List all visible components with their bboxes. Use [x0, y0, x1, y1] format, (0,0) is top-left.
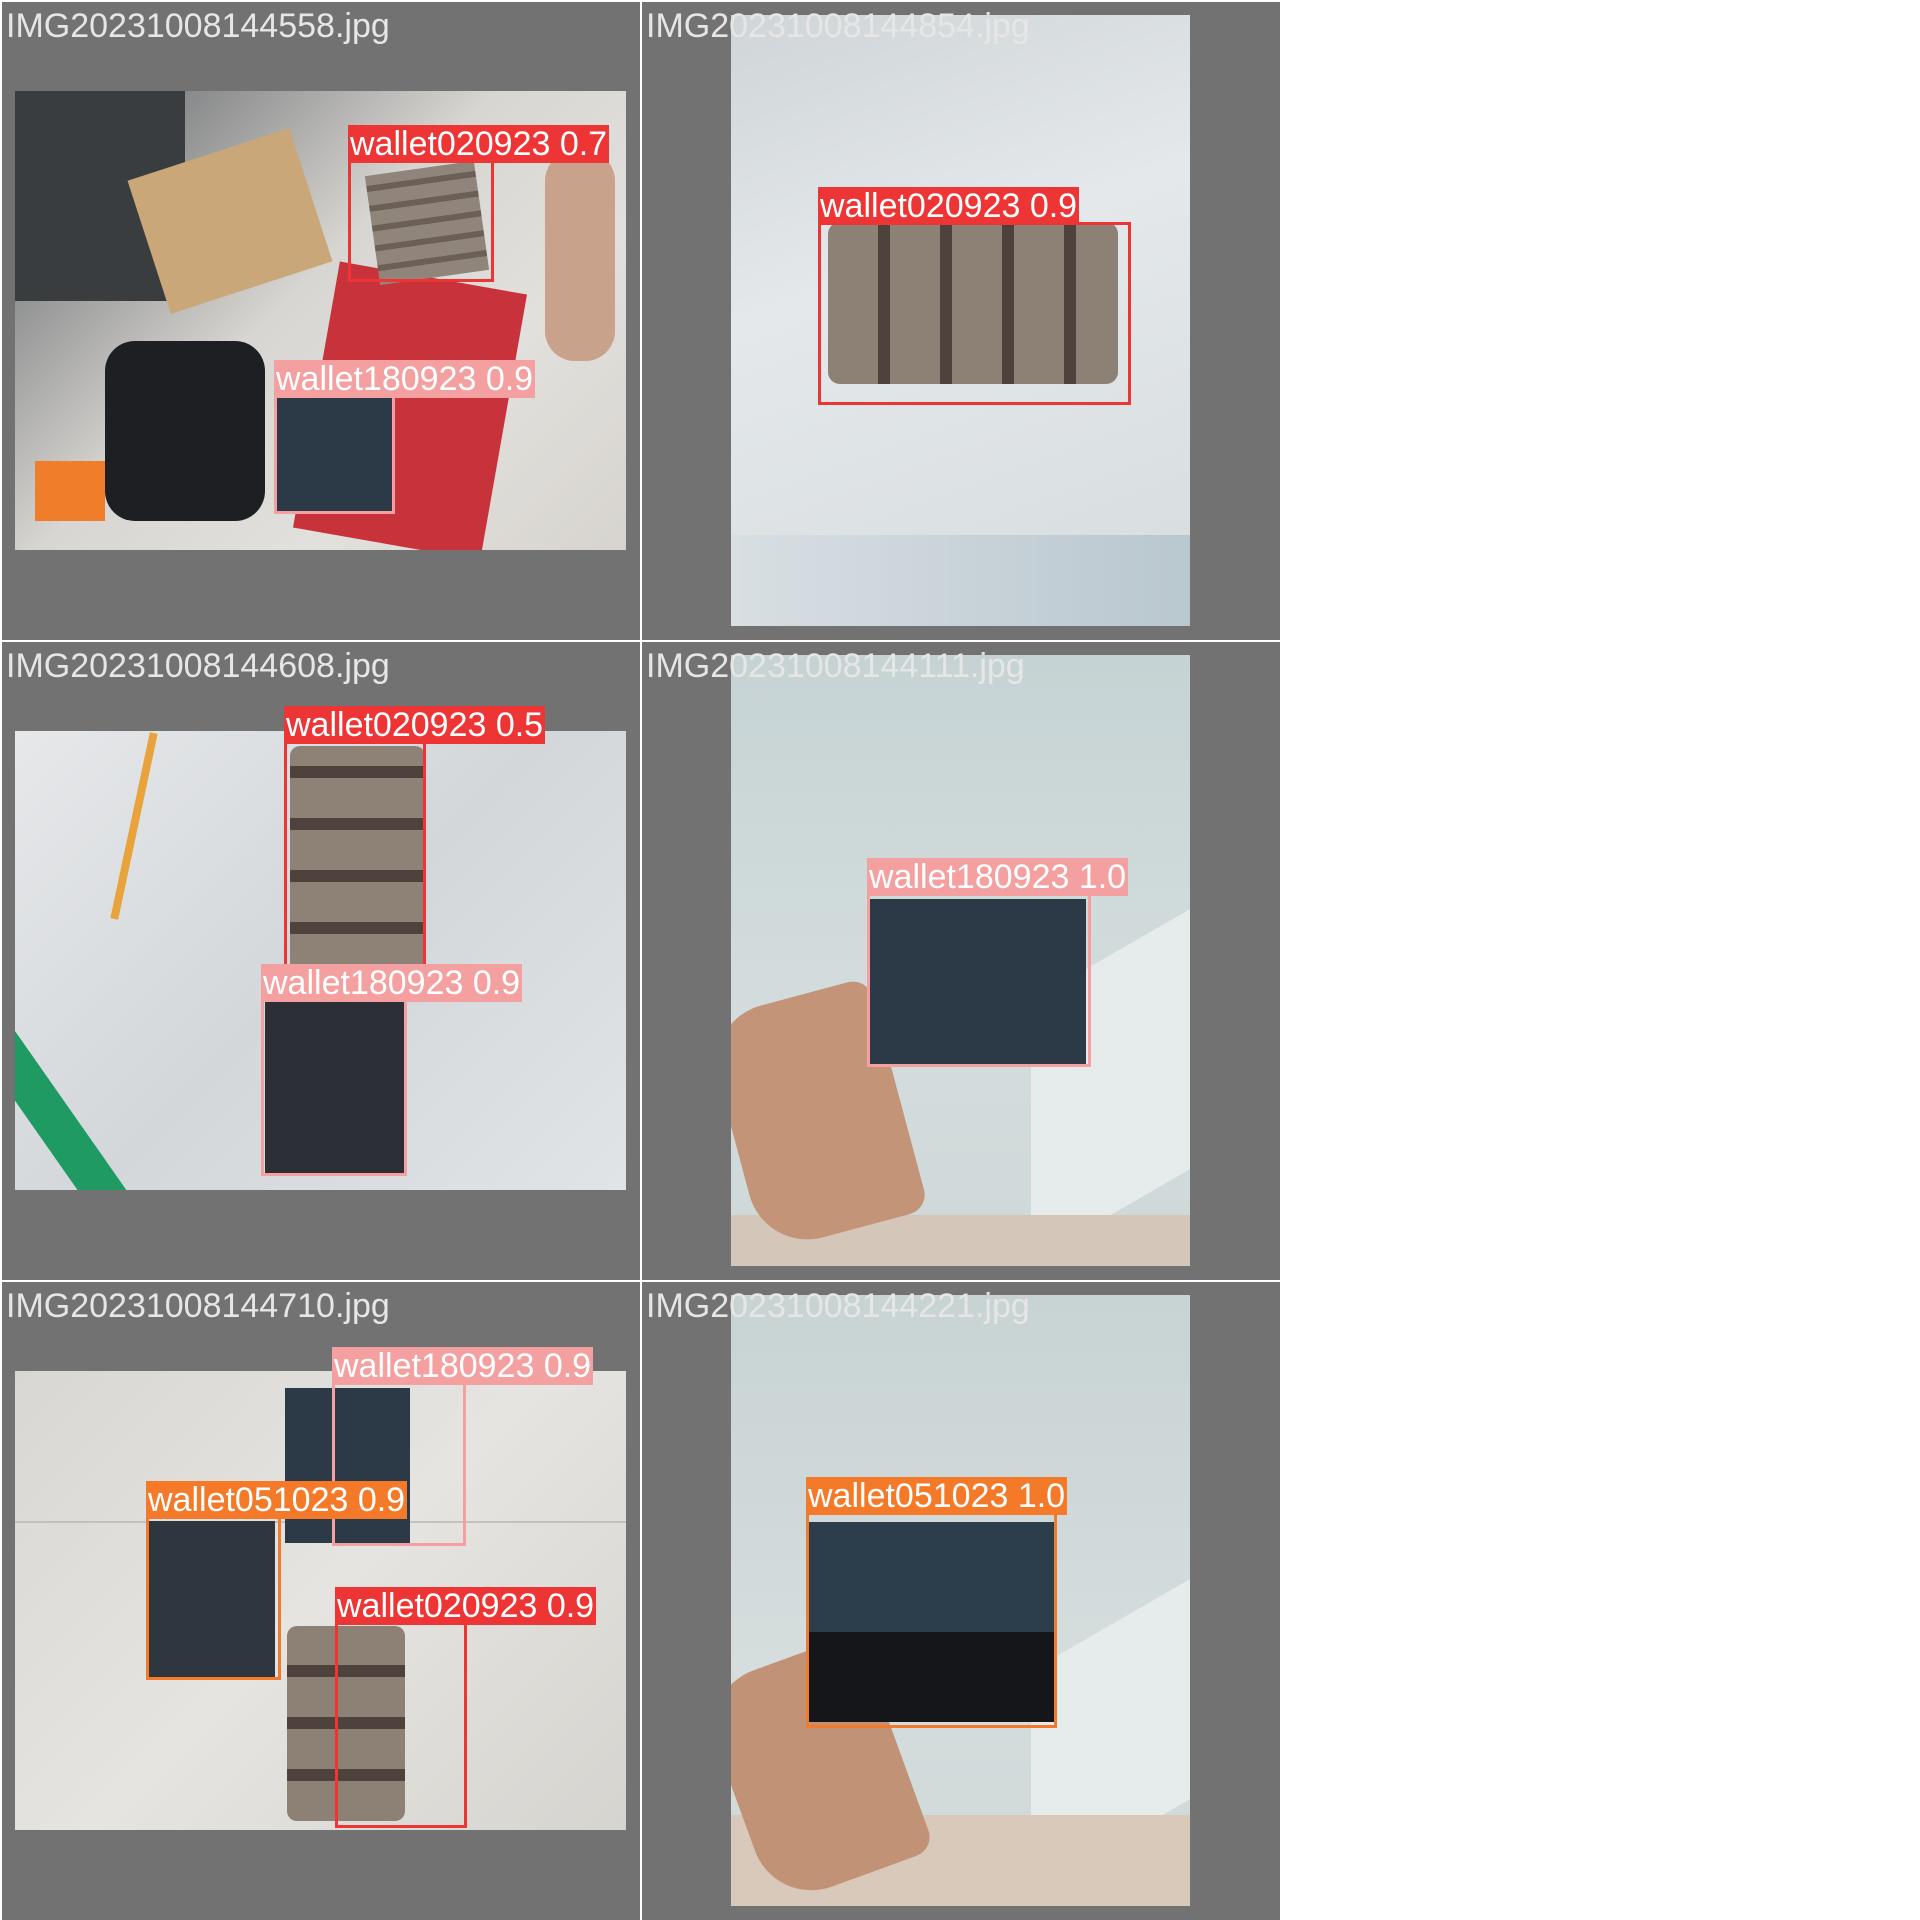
detection-box-wallet180923: wallet180923 1.0	[867, 858, 1129, 1067]
detection-box-wallet180923: wallet180923 0.9	[261, 964, 523, 1176]
orange-paper-shape	[35, 461, 105, 521]
pencil-shape	[110, 732, 158, 920]
detection-box-wallet180923: wallet180923 0.9	[332, 1347, 594, 1546]
image-tile: wallet180923 0.9 wallet051023 0.9 wallet…	[2, 1282, 640, 1920]
sheet-pattern-shape	[731, 535, 1190, 626]
image-filename: IMG20231008144710.jpg	[6, 1287, 390, 1325]
detection-box-wallet020923: wallet020923 0.5	[284, 706, 546, 972]
detection-label: wallet051023 1.0	[806, 1477, 1068, 1515]
detection-box-wallet051023: wallet051023 0.9	[146, 1481, 408, 1680]
detection-box-wallet020923: wallet020923 0.7	[348, 125, 610, 282]
image-filename: IMG20231008144221.jpg	[646, 1287, 1030, 1325]
detection-label: wallet051023 0.9	[146, 1481, 408, 1519]
image-tile: wallet051023 1.0 IMG20231008144221.jpg	[642, 1282, 1280, 1920]
detection-label: wallet180923 0.9	[261, 964, 523, 1002]
image-filename: IMG20231008144111.jpg	[646, 647, 1025, 685]
image-filename: IMG20231008144854.jpg	[646, 7, 1030, 45]
detection-box-wallet020923: wallet020923 0.9	[818, 187, 1131, 405]
image-tile: wallet020923 0.9 IMG20231008144854.jpg	[642, 2, 1280, 640]
image-tile: wallet180923 1.0 IMG20231008144111.jpg	[642, 642, 1280, 1280]
detection-label: wallet180923 0.9	[274, 360, 536, 398]
black-bag-shape	[105, 341, 265, 521]
detection-box-wallet051023: wallet051023 1.0	[806, 1477, 1068, 1728]
image-filename: IMG20231008144558.jpg	[6, 7, 390, 45]
image-tile: wallet020923 0.5 wallet180923 0.9 IMG202…	[2, 642, 640, 1280]
detection-box-wallet020923: wallet020923 0.9	[335, 1587, 597, 1828]
detection-label: wallet020923 0.5	[284, 706, 546, 744]
green-ruler-shape	[15, 1031, 130, 1190]
detection-label: wallet180923 1.0	[867, 858, 1129, 896]
detection-box-wallet180923: wallet180923 0.9	[274, 360, 536, 514]
detection-label: wallet020923 0.9	[335, 1587, 597, 1625]
detection-label: wallet180923 0.9	[332, 1347, 594, 1385]
image-tile: wallet020923 0.7 wallet180923 0.9 IMG202…	[2, 2, 640, 640]
detection-label: wallet020923 0.9	[818, 187, 1080, 225]
mosaic-grid: wallet020923 0.7 wallet180923 0.9 IMG202…	[0, 0, 1920, 1920]
image-filename: IMG20231008144608.jpg	[6, 647, 390, 685]
foot-shape	[545, 151, 615, 361]
detection-label: wallet020923 0.7	[348, 125, 610, 163]
